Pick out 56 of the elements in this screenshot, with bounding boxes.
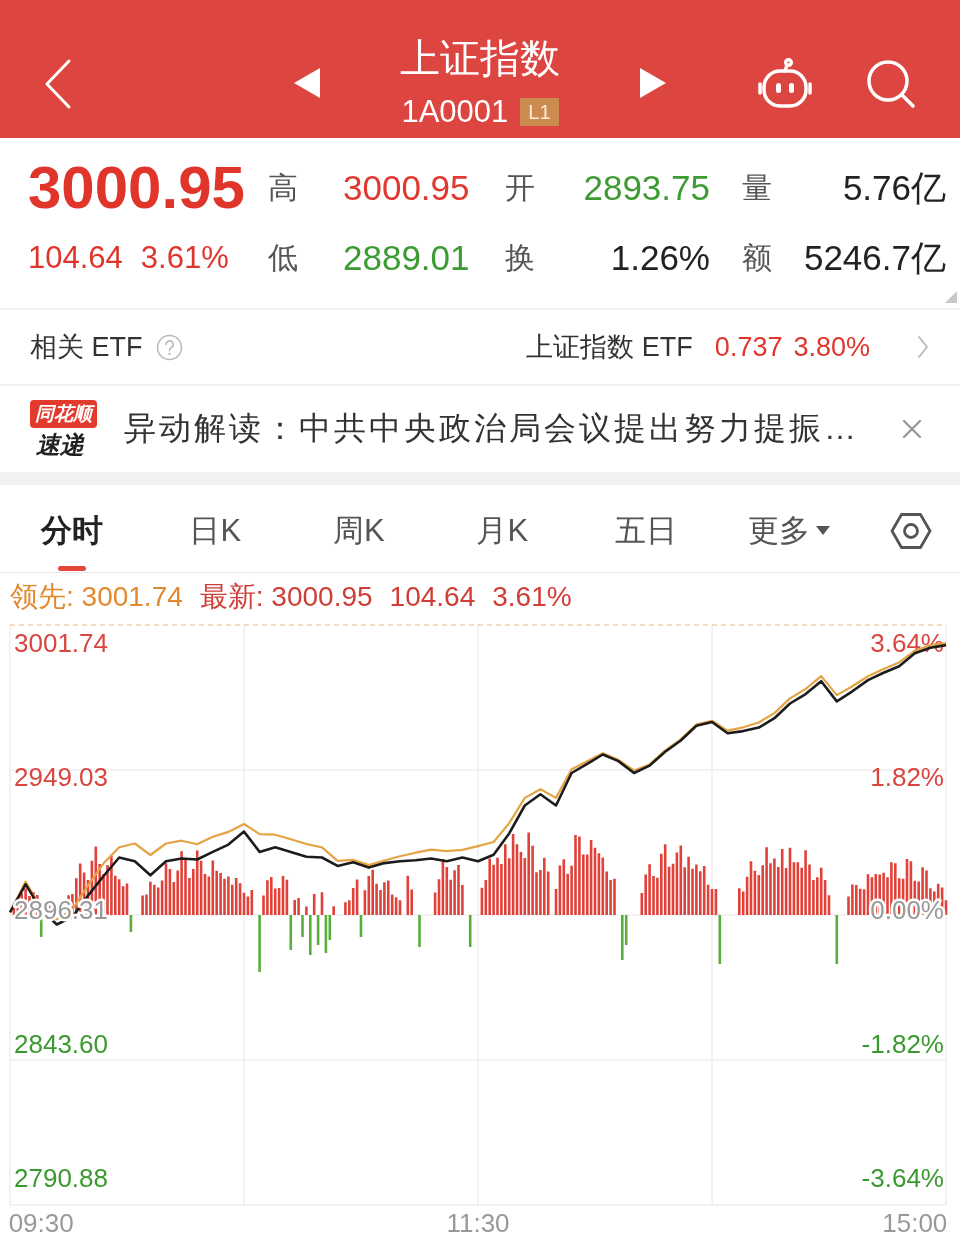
stat-value: 2893.75 (583, 168, 710, 208)
stat-label: 换 (505, 239, 535, 276)
page-title: 上证指数 (400, 35, 560, 82)
quote-reading: 最新: 3000.95 (199, 579, 373, 614)
etf-percent-change: 3.80% (793, 331, 870, 363)
stat-label: 低 (268, 239, 298, 276)
quote-reading: 3.61% (492, 580, 572, 613)
tab[interactable]: 更多 (717, 485, 861, 572)
news-headline[interactable]: 异动解读：中共中央政治局会议提出努力提振… (124, 407, 902, 451)
stat-value: 3000.95 (343, 168, 470, 208)
stat-value: 5.76亿 (842, 166, 946, 209)
tab-indicator (57, 566, 86, 571)
back-icon[interactable] (44, 58, 72, 110)
search-icon[interactable] (866, 59, 916, 109)
index-code: 1A0001 (401, 94, 509, 130)
price-axis-label: 2896.31 (14, 895, 108, 926)
price-change: 104.64 (28, 240, 123, 276)
stat-label: 开 (505, 169, 535, 206)
triangle-left-icon[interactable] (294, 68, 320, 98)
etf-name[interactable]: 上证指数 ETF (526, 329, 693, 365)
price-axis-label: 2790.88 (14, 1163, 108, 1193)
brand-subtitle: 速递 (36, 430, 84, 459)
percent-axis-label: -3.64% (861, 1163, 944, 1193)
tab[interactable]: 五日 (574, 485, 718, 572)
percent-change: 3.61% (140, 240, 229, 276)
stat-value: 2889.01 (343, 238, 470, 278)
tab[interactable]: 月K (430, 485, 574, 572)
percent-axis-label: 0.00% (870, 895, 944, 926)
price-axis-label: 3001.74 (14, 628, 108, 658)
price-axis-label: 2949.03 (14, 761, 108, 792)
current-price: 3000.95 (28, 155, 245, 221)
robot-icon[interactable] (757, 58, 813, 110)
quote-reading: 104.64 (389, 580, 476, 613)
caret-icon (816, 526, 831, 535)
settings-icon[interactable] (889, 511, 932, 550)
tab[interactable]: 日K (143, 485, 287, 572)
triangle-right-icon[interactable] (640, 68, 666, 98)
time-axis-label: 09:30 (8, 1208, 74, 1238)
stat-value: 5246.7亿 (803, 236, 946, 279)
time-axis-label: 15:00 (882, 1208, 948, 1238)
stat-value: 1.26% (610, 238, 710, 278)
quote-reading: 领先: 3001.74 (10, 579, 183, 614)
brand-tag: 同花顺 (30, 399, 97, 428)
etf-price: 0.737 (714, 331, 783, 363)
tab[interactable]: 周K (287, 485, 431, 572)
tab[interactable]: 分时 (0, 485, 144, 572)
section-label: 相关 ETF (30, 331, 143, 364)
price-axis-label: 2843.60 (14, 1029, 108, 1060)
percent-axis-label: -1.82% (861, 1029, 944, 1060)
level-badge: L1 (520, 98, 559, 126)
percent-axis-label: 1.82% (870, 761, 944, 792)
stat-label: 额 (742, 239, 772, 276)
stat-label: 高 (268, 169, 298, 206)
close-icon[interactable] (902, 419, 922, 439)
stat-label: 量 (742, 169, 772, 206)
time-axis-label: 11:30 (446, 1208, 510, 1238)
